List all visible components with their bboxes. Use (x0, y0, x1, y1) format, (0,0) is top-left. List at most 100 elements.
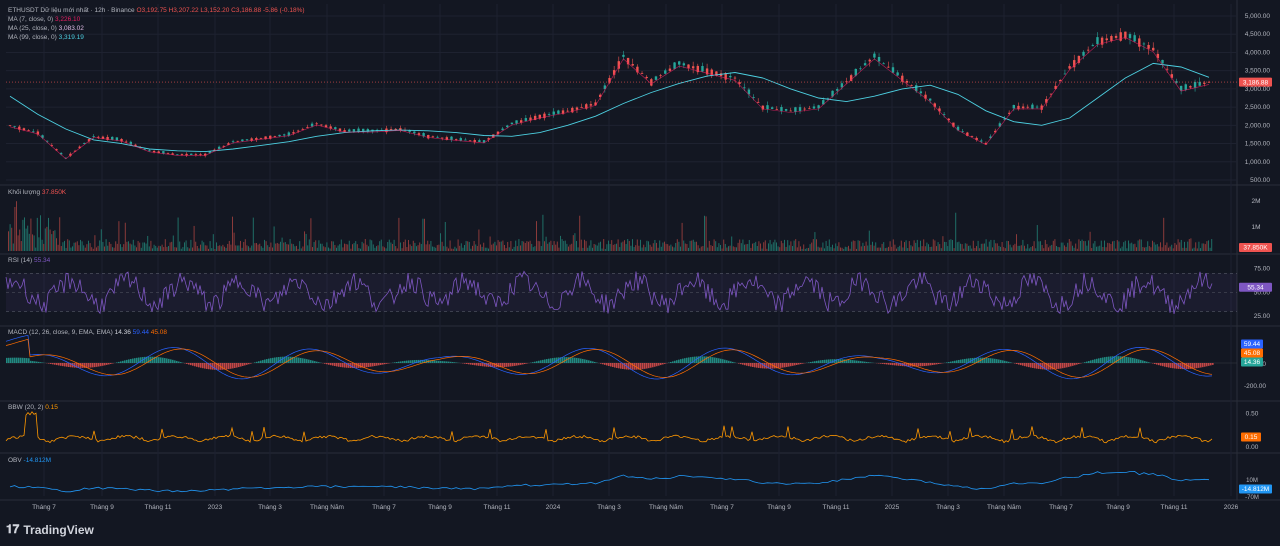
macd-histogram-bar (542, 359, 544, 363)
volume-bar (444, 221, 446, 251)
volume-bar (1204, 244, 1206, 251)
volume-bar (916, 239, 918, 251)
macd-histogram-bar (1078, 363, 1080, 365)
macd-histogram-bar (34, 361, 36, 363)
price-tick-label: 4,000.00 (1245, 49, 1271, 56)
volume-bar (284, 242, 286, 251)
obv-legend[interactable]: OBV -14.812M (8, 456, 51, 465)
macd-histogram-bar (174, 360, 176, 363)
volume-bar (414, 242, 416, 251)
macd-histogram-bar (640, 363, 642, 370)
macd-histogram-bar (990, 358, 992, 363)
volume-bar (1179, 242, 1181, 251)
volume-bar (102, 241, 104, 251)
volume-bar (238, 245, 240, 251)
macd-histogram-bar (1194, 363, 1196, 369)
price-tick-label: 5,000.00 (1245, 13, 1271, 20)
volume-bar (33, 235, 35, 251)
bbw-tick-label: 0.00 (1246, 444, 1259, 451)
volume-bar (609, 243, 611, 251)
macd-histogram-bar (262, 360, 264, 363)
macd-histogram-bar (648, 363, 650, 369)
volume-bar (1033, 241, 1035, 251)
volume-bar (220, 246, 222, 251)
volume-bar (982, 243, 984, 251)
bbw-legend[interactable]: BBW (20, 2) 0.15 (8, 403, 58, 412)
macd-histogram-bar (472, 363, 474, 365)
macd-histogram-bar (960, 359, 962, 363)
candle-body (450, 136, 453, 140)
volume-bar (379, 241, 381, 251)
volume-bar (1065, 246, 1067, 251)
volume-bar (1188, 239, 1190, 251)
volume-bar (116, 243, 118, 251)
chart-canvas[interactable]: Tháng 7 Tháng 9 Tháng 11 2023 Tháng 3 Tháng N… (0, 0, 1280, 546)
volume-bar (736, 247, 737, 251)
volume-bar (1156, 244, 1158, 251)
volume-bar (254, 243, 256, 251)
ma99-legend[interactable]: MA (99, close, 0) 3,319.19 (8, 33, 84, 42)
candle-body (1086, 49, 1090, 51)
volume-bar (582, 247, 584, 251)
macd-legend[interactable]: MACD (12, 26, close, 9, EMA, EMA) 14.36 … (8, 328, 167, 337)
volume-bar (161, 244, 163, 251)
candle-body (928, 98, 932, 101)
volume-bar (78, 245, 80, 251)
volume-bar (1024, 245, 1025, 251)
macd-histogram-bar (236, 363, 238, 368)
macd-histogram-bar (938, 363, 940, 365)
macd-histogram-bar (788, 363, 790, 367)
volume-bar (542, 214, 544, 251)
volume-bar (801, 248, 803, 251)
macd-histogram-bar (342, 363, 344, 368)
macd-histogram-bar (240, 363, 242, 367)
volume-bar (792, 246, 793, 251)
ohlc-low: L3,152.20 (200, 7, 230, 14)
volume-bar (929, 246, 931, 251)
volume-bar (113, 247, 115, 251)
volume-bar (971, 248, 973, 251)
macd-histogram-bar (126, 359, 128, 363)
volume-bar (676, 239, 678, 251)
obv-tick-label: 10M (1246, 478, 1258, 484)
macd-histogram-bar (720, 358, 722, 363)
volume-bar (374, 247, 376, 251)
rsi-value: 55.34 (34, 257, 51, 264)
macd-histogram-bar (162, 357, 164, 363)
volume-bar (344, 243, 345, 251)
volume-bar (883, 242, 885, 251)
rsi-legend[interactable]: RSI (14) 55.34 (8, 256, 50, 265)
volume-bar (884, 248, 886, 251)
macd-histogram-bar (1172, 363, 1174, 369)
macd-histogram-bar (986, 357, 988, 363)
volume-bar (539, 241, 541, 251)
macd-histogram-bar (364, 363, 366, 368)
volume-bar (256, 243, 257, 251)
macd-histogram-bar (800, 363, 802, 365)
volume-bar (160, 246, 161, 251)
macd-histogram-bar (438, 360, 440, 363)
candle-body (659, 75, 662, 77)
volume-bar (814, 232, 816, 251)
candle-body (1193, 81, 1197, 88)
macd-histogram-bar (344, 363, 346, 368)
volume-bar (409, 244, 411, 251)
macd-histogram-bar (782, 363, 784, 368)
macd-histogram-bar (314, 361, 316, 363)
macd-histogram-bar (1204, 363, 1206, 367)
ma25-legend[interactable]: MA (25, close, 0) 3,083.02 (8, 24, 84, 33)
volume-bar (881, 243, 883, 251)
tradingview-logo[interactable]: 𝟏𝟕 TradingView (6, 522, 94, 537)
candle-body (868, 59, 871, 62)
macd-histogram-bar (582, 358, 584, 363)
volume-legend[interactable]: Khối lượng 37.850K (8, 188, 66, 197)
macd-histogram-bar (662, 363, 664, 365)
volume-bar (176, 247, 177, 251)
volume-bar (688, 247, 689, 251)
price-tick-label: 1,000.00 (1245, 159, 1271, 166)
volume-bar (1182, 247, 1184, 251)
candle-body (440, 137, 444, 139)
ma7-legend[interactable]: MA (7, close, 0) 3,226.10 (8, 15, 80, 24)
price-tick-label: 3,500.00 (1245, 68, 1271, 75)
volume-bar (641, 247, 643, 251)
